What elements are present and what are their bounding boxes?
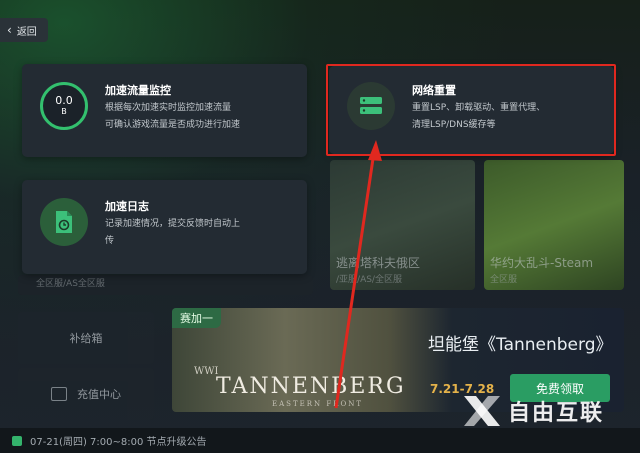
- watermark-x-icon: [464, 396, 500, 426]
- watermark: 自由互联: [462, 394, 604, 428]
- watermark-text: 自由互联: [508, 401, 605, 426]
- annotation-arrow: [334, 140, 382, 409]
